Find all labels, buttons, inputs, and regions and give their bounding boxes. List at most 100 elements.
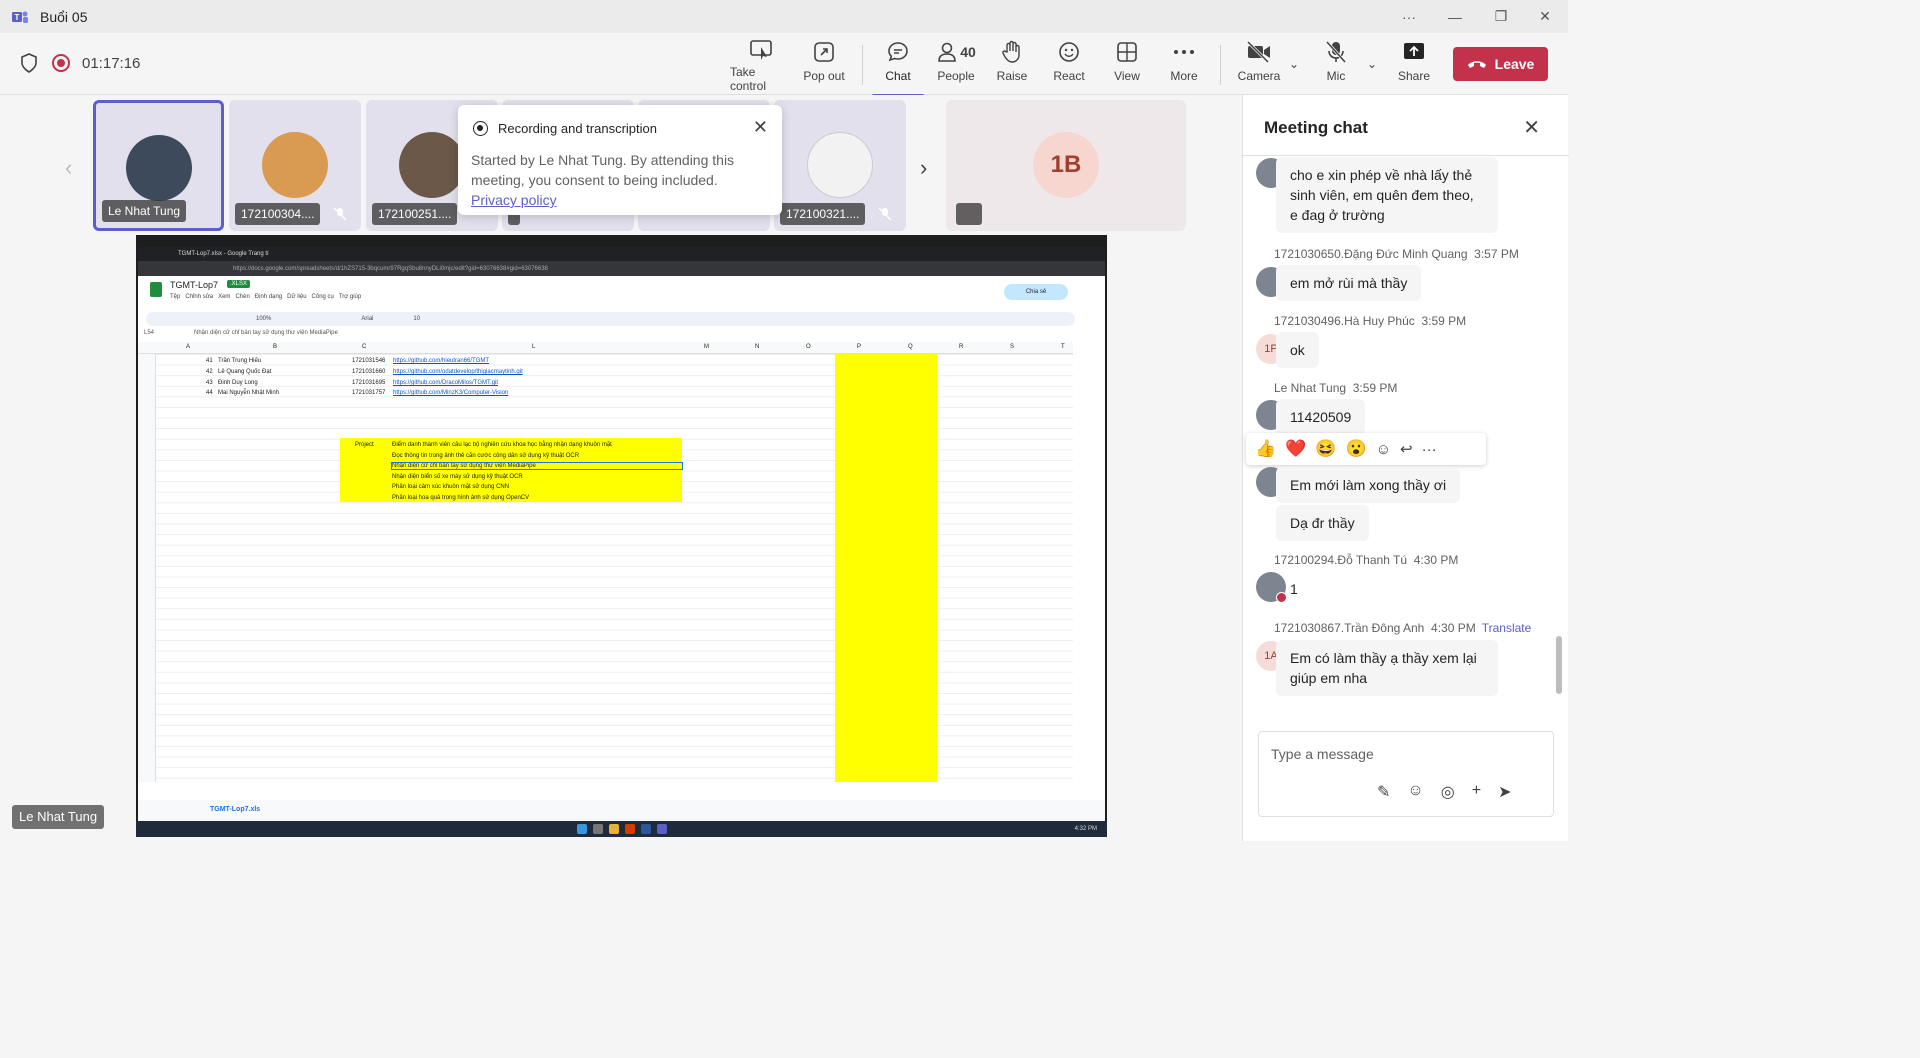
powerpoint-icon bbox=[624, 824, 635, 834]
recording-icon bbox=[473, 121, 488, 136]
chevron-left-icon[interactable]: ‹ bbox=[65, 155, 72, 181]
close-icon[interactable]: ✕ bbox=[1523, 115, 1540, 140]
chat-message: 11420509 bbox=[1276, 399, 1366, 435]
mic-button[interactable]: Mic bbox=[1322, 39, 1350, 91]
heart-reaction[interactable]: ❤️ bbox=[1285, 439, 1306, 459]
chat-button[interactable]: Chat bbox=[872, 39, 924, 97]
plus-icon[interactable]: + bbox=[1472, 782, 1481, 802]
message-meta: 1721030496.Hà Huy Phúc 3:59 PM bbox=[1274, 314, 1467, 328]
ellipsis-icon bbox=[1173, 39, 1195, 65]
hang-up-icon bbox=[1467, 56, 1487, 72]
react-button[interactable]: React bbox=[1052, 39, 1086, 91]
formula-bar: L54 Nhận diện cử chỉ bàn tay sử dụng thư… bbox=[144, 330, 338, 336]
reply-icon[interactable]: ↩ bbox=[1400, 440, 1413, 458]
more-options-icon[interactable]: ··· bbox=[1386, 0, 1432, 33]
participant-tile[interactable]: 1B bbox=[946, 100, 1186, 231]
toolbar-separator bbox=[1220, 45, 1221, 85]
popup-body: Started by Le Nhat Tung. By attending th… bbox=[471, 152, 735, 208]
translate-link[interactable]: Translate bbox=[1482, 621, 1532, 635]
avatar: 1B bbox=[1033, 132, 1099, 198]
sheet-menu: Tệp Chỉnh sửa Xem Chèn Định dạng Dữ liệu… bbox=[170, 294, 362, 300]
message-meta: 1721030650.Đặng Đức Minh Quang 3:57 PM bbox=[1274, 247, 1519, 261]
windows-taskbar: 4:32 PM bbox=[136, 821, 1107, 837]
add-reaction-icon[interactable]: ☺ bbox=[1376, 441, 1391, 458]
message-meta: 1721030867.Trần Đông Anh 4:30 PM Translat… bbox=[1274, 621, 1532, 635]
take-control-icon bbox=[749, 39, 773, 61]
hand-icon bbox=[1001, 39, 1023, 65]
format-icon[interactable]: ✎ bbox=[1377, 782, 1390, 802]
loop-icon[interactable]: ◎ bbox=[1441, 782, 1455, 802]
meeting-stage: ‹ Le Nhat Tung 172100304.... 172100251..… bbox=[0, 95, 1242, 841]
taskbar-clock: 4:32 PM bbox=[1074, 826, 1097, 832]
mic-off-icon bbox=[878, 207, 892, 221]
laugh-reaction[interactable]: 😆 bbox=[1315, 439, 1336, 459]
people-button[interactable]: 40 People bbox=[934, 39, 978, 91]
restore-button[interactable]: ❐ bbox=[1478, 0, 1524, 33]
mic-options-chevron-icon[interactable]: ⌄ bbox=[1367, 57, 1377, 71]
message-input[interactable]: Type a message bbox=[1271, 746, 1374, 762]
recording-icon bbox=[52, 54, 70, 72]
row-headers bbox=[138, 354, 156, 782]
camera-options-chevron-icon[interactable]: ⌄ bbox=[1289, 57, 1299, 71]
pop-out-button[interactable]: Pop out bbox=[802, 39, 846, 91]
meeting-chat-panel: Meeting chat ✕ cho e xin phép về nhà lấy… bbox=[1242, 95, 1569, 841]
send-icon[interactable]: ➤ bbox=[1498, 782, 1511, 802]
window-title: Buổi 05 bbox=[40, 8, 88, 25]
title-bar: T Buổi 05 ··· — ❐ ✕ bbox=[0, 0, 1568, 33]
minimize-button[interactable]: — bbox=[1432, 0, 1478, 33]
popup-title: Recording and transcription bbox=[498, 121, 657, 136]
teams-icon bbox=[656, 824, 667, 834]
chevron-right-icon[interactable]: › bbox=[920, 155, 927, 181]
leave-button[interactable]: Leave bbox=[1453, 47, 1548, 81]
shared-browser-window: TGMT-Lop7.xlsx - Google Trang tí https:/… bbox=[138, 247, 1105, 822]
surprised-reaction[interactable]: 😮 bbox=[1346, 439, 1367, 459]
browser-tab: TGMT-Lop7.xlsx - Google Trang tí bbox=[138, 247, 1105, 261]
close-icon[interactable]: ✕ bbox=[753, 117, 768, 138]
start-icon bbox=[576, 824, 587, 834]
sheet-tabs: TGMT-Lop7.xls bbox=[138, 800, 1105, 822]
participant-tile[interactable]: 172100321.... bbox=[774, 100, 906, 231]
sheet-share-button: Chia sẻ bbox=[1004, 284, 1068, 300]
more-options-icon[interactable]: ··· bbox=[1422, 441, 1437, 458]
reaction-bar: 👍 ❤️ 😆 😮 ☺ ↩ ··· bbox=[1246, 433, 1486, 465]
meeting-timer: 01:17:16 bbox=[82, 55, 141, 72]
more-button[interactable]: More bbox=[1168, 39, 1200, 91]
meeting-toolbar: 01:17:16 Take control Pop out Chat 40 Pe… bbox=[0, 33, 1568, 97]
sheet-toolbar: 100% Arial 10 bbox=[146, 312, 1075, 326]
take-control-button[interactable]: Take control bbox=[730, 39, 792, 93]
like-reaction[interactable]: 👍 bbox=[1255, 439, 1276, 459]
search-icon bbox=[592, 824, 603, 834]
sheet-grid: A B C L M N O P Q R S T 41 Trần Trung Hi… bbox=[138, 342, 1073, 782]
chat-divider bbox=[1243, 155, 1569, 156]
participant-name: Le Nhat Tung bbox=[102, 200, 187, 222]
presenter-name: Le Nhat Tung bbox=[12, 805, 105, 829]
svg-text:T: T bbox=[15, 13, 20, 22]
shared-screen: TGMT-Lop7.xlsx - Google Trang tí https:/… bbox=[136, 235, 1107, 837]
browser-url: https://docs.google.com/spreadsheets/d/1… bbox=[138, 261, 1105, 276]
view-button[interactable]: View bbox=[1112, 39, 1142, 91]
toolbar-separator bbox=[862, 45, 863, 85]
recording-notice-popup: Recording and transcription ✕ Started by… bbox=[458, 105, 782, 215]
message-compose-box[interactable]: Type a message ✎ ☺ ◎ + ➤ bbox=[1258, 731, 1554, 817]
mic-off-icon bbox=[333, 207, 347, 221]
shield-icon[interactable] bbox=[20, 53, 38, 73]
sheet-tab: TGMT-Lop7.xls bbox=[210, 806, 261, 813]
privacy-policy-link[interactable]: Privacy policy bbox=[471, 192, 557, 208]
raise-hand-button[interactable]: Raise bbox=[996, 39, 1028, 91]
emoji-icon[interactable]: ☺ bbox=[1407, 782, 1423, 802]
message-meta: 172100294.Đỗ Thanh Tú 4:30 PM bbox=[1274, 553, 1459, 567]
participant-tile[interactable]: 172100304.... bbox=[229, 100, 361, 231]
doc-title: TGMT-Lop7 bbox=[170, 280, 219, 290]
chat-message: Dạ đr thầy bbox=[1276, 505, 1369, 541]
chat-scrollbar[interactable] bbox=[1556, 636, 1562, 694]
participant-name: 172100251.... bbox=[372, 203, 458, 225]
share-button[interactable]: Share bbox=[1398, 39, 1430, 91]
participant-tile[interactable]: Le Nhat Tung bbox=[93, 100, 224, 231]
avatar bbox=[399, 132, 465, 198]
people-count: 40 bbox=[960, 44, 976, 60]
chat-message: Em có làm thầy ạ thầy xem lại giúp em nh… bbox=[1276, 640, 1498, 696]
camera-button[interactable]: Camera bbox=[1238, 39, 1280, 91]
share-screen-icon bbox=[1402, 39, 1426, 65]
close-window-button[interactable]: ✕ bbox=[1522, 0, 1568, 33]
people-icon: 40 bbox=[936, 39, 976, 65]
